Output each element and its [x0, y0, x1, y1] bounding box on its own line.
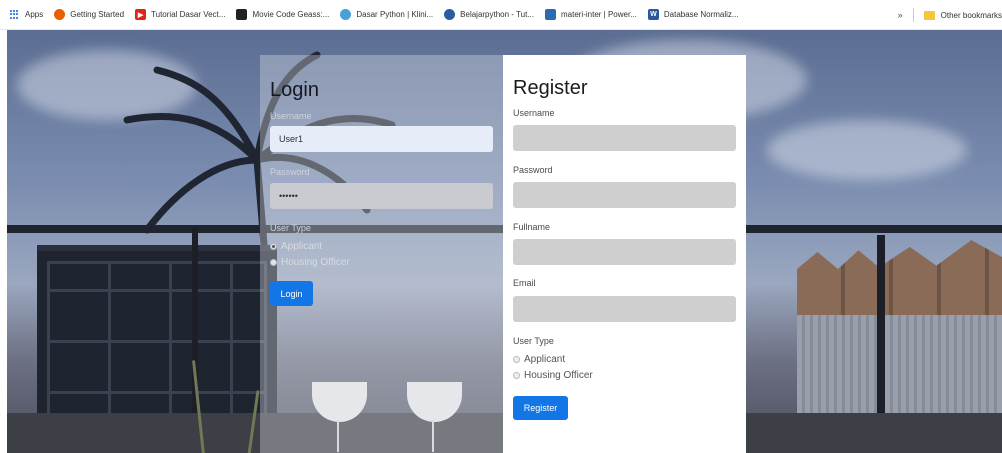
bookmark-label: Apps — [25, 10, 44, 19]
bookmark-label: Tutorial Dasar Vect... — [151, 10, 226, 19]
bookmark-belajarpython[interactable]: Belajarpython - Tut... — [444, 9, 534, 20]
bookmark-getting-started[interactable]: Getting Started — [54, 9, 124, 20]
register-radio-housing-officer[interactable]: Housing Officer — [513, 370, 593, 381]
slides-icon — [544, 9, 556, 20]
bookmarks-right: » Other bookmarks — [898, 0, 1002, 30]
login-username-input[interactable] — [270, 126, 493, 152]
radio-unchecked-icon[interactable] — [513, 372, 520, 379]
register-radio-applicant[interactable]: Applicant — [513, 354, 565, 365]
other-bookmarks-link[interactable]: Other bookmarks — [941, 11, 1002, 20]
register-username-input[interactable] — [513, 125, 736, 151]
bookmark-label: Database Normaliz... — [663, 10, 739, 19]
radio-label: Housing Officer — [281, 257, 350, 268]
radio-label: Applicant — [524, 354, 566, 365]
bookmark-movie-code-geass[interactable]: Movie Code Geass:... — [236, 9, 329, 20]
register-email-label: Email — [513, 278, 536, 288]
login-panel: Login Username Password User Type Applic… — [260, 55, 503, 453]
register-panel: Register Username Password Fullname Emai… — [503, 55, 746, 453]
warehouse-roofs — [797, 240, 1002, 320]
register-user-type-label: User Type — [513, 336, 554, 346]
radio-unchecked-icon[interactable] — [270, 259, 277, 266]
film-icon — [236, 9, 248, 20]
register-password-input[interactable] — [513, 182, 736, 208]
metal-fence — [797, 315, 1002, 415]
bookmark-apps[interactable]: Apps — [10, 9, 44, 20]
bookmarks-bar: Apps Getting Started ▶ Tutorial Dasar Ve… — [0, 0, 1002, 30]
register-fullname-label: Fullname — [513, 222, 551, 232]
bookmark-label: Belajarpython - Tut... — [460, 10, 534, 19]
login-title: Login — [270, 79, 319, 101]
radio-label: Applicant — [281, 241, 323, 252]
bookmark-label: Getting Started — [70, 10, 125, 19]
login-radio-applicant[interactable]: Applicant — [270, 241, 322, 252]
register-button[interactable]: Register — [513, 396, 568, 420]
word-icon: W — [647, 9, 659, 20]
bookmark-label: Movie Code Geass:... — [252, 10, 330, 19]
register-email-input[interactable] — [513, 296, 736, 322]
register-fullname-input[interactable] — [513, 239, 736, 265]
login-radio-housing-officer[interactable]: Housing Officer — [270, 257, 350, 268]
bookmark-label: materi-inter | Power... — [560, 10, 637, 19]
bookmarks-overflow-chevron-icon[interactable]: » — [898, 10, 903, 20]
radio-label: Housing Officer — [524, 370, 593, 381]
youtube-icon: ▶ — [135, 9, 147, 20]
cloud — [767, 120, 967, 180]
radio-unchecked-icon[interactable] — [513, 356, 520, 363]
bookmark-materi-inter[interactable]: materi-inter | Power... — [544, 9, 637, 20]
register-password-label: Password — [513, 165, 553, 175]
bookmark-tutorial-dasar-vect[interactable]: ▶ Tutorial Dasar Vect... — [135, 9, 225, 20]
bookmark-database-normaliz[interactable]: W Database Normaliz... — [647, 9, 739, 20]
folder-icon — [923, 10, 935, 20]
bookmark-dasar-python[interactable]: Dasar Python | Klini... — [340, 9, 433, 20]
register-username-label: Username — [513, 108, 555, 118]
login-user-type-label: User Type — [270, 223, 311, 233]
login-username-label: Username — [270, 111, 312, 121]
register-title: Register — [513, 77, 588, 99]
python-icon — [444, 9, 456, 20]
firefox-icon — [54, 9, 66, 20]
radio-checked-icon[interactable] — [270, 243, 277, 250]
login-password-label: Password — [270, 167, 310, 177]
bookmarks-divider — [912, 8, 914, 22]
login-password-input[interactable] — [270, 183, 493, 209]
login-button[interactable]: Login — [270, 281, 313, 306]
apps-grid-icon — [10, 9, 20, 20]
site-icon — [340, 9, 352, 20]
bookmark-label: Dasar Python | Klini... — [356, 10, 434, 19]
